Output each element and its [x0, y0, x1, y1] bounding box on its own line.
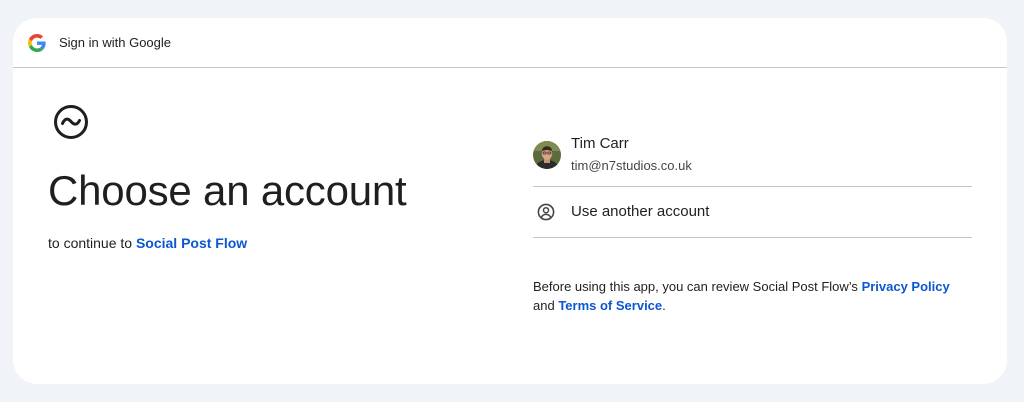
- google-g-icon: [28, 34, 46, 52]
- tilde-circle-icon: [54, 105, 88, 139]
- privacy-policy-link[interactable]: Privacy Policy: [862, 279, 950, 294]
- account-name: Tim Carr: [571, 135, 629, 152]
- person-circle-icon: [537, 203, 555, 221]
- use-another-account-label: Use another account: [571, 203, 710, 220]
- sign-in-card: Sign in with Google Choose an account to…: [13, 18, 1007, 384]
- avatar: [533, 141, 561, 169]
- header-title: Sign in with Google: [59, 35, 172, 50]
- use-another-account-button[interactable]: Use another account: [533, 187, 972, 237]
- divider: [533, 237, 972, 238]
- notice-suffix: .: [662, 298, 666, 313]
- continue-text: to continue to Social Post Flow: [48, 234, 247, 252]
- continue-prefix: to continue to: [48, 235, 133, 251]
- terms-of-service-link[interactable]: Terms of Service: [558, 298, 662, 313]
- card-header: Sign in with Google: [13, 18, 1007, 68]
- notice-and: and: [533, 298, 555, 313]
- account-email: tim@n7studios.co.uk: [571, 158, 692, 173]
- page-heading: Choose an account: [48, 167, 407, 214]
- account-item-tim-carr[interactable]: Tim Carr tim@n7studios.co.uk: [533, 132, 972, 186]
- app-name-link[interactable]: Social Post Flow: [136, 235, 247, 251]
- notice-prefix: Before using this app, you can review So…: [533, 279, 858, 294]
- privacy-notice: Before using this app, you can review So…: [533, 277, 993, 315]
